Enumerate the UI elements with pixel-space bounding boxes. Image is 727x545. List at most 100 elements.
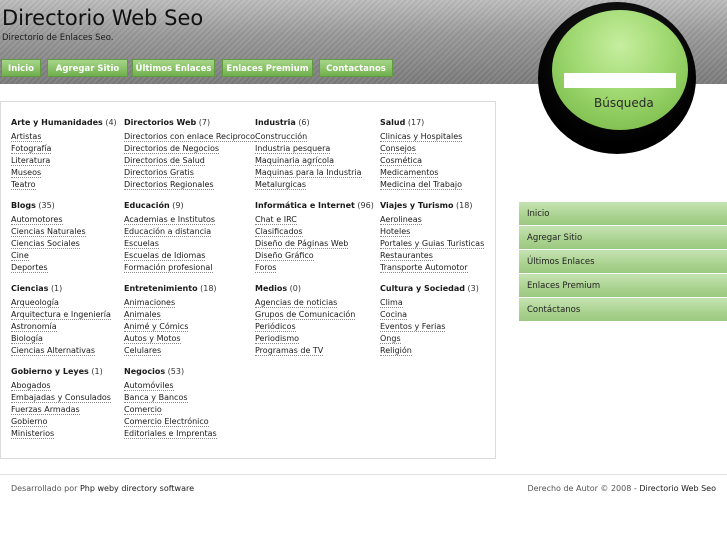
- topnav-agregar-sitio[interactable]: Agregar Sitio: [47, 59, 128, 77]
- subcategory-link[interactable]: Industria pesquera: [255, 143, 362, 155]
- subcategory-link[interactable]: Directorios Regionales: [124, 179, 255, 191]
- category-title-link[interactable]: Entretenimiento: [124, 284, 198, 293]
- category-title-link[interactable]: Salud: [380, 118, 405, 127]
- footer-site-link[interactable]: Directorio Web Seo: [639, 484, 716, 493]
- subcategory-link[interactable]: Academias e Institutos: [124, 214, 216, 226]
- subcategory-link[interactable]: Educación a distancia: [124, 226, 215, 238]
- subcategory-link[interactable]: Eventos y Ferias: [380, 321, 479, 333]
- subcategory-link[interactable]: Directorios con enlace Reciproco: [124, 131, 255, 143]
- subcategory-link[interactable]: Chat e IRC: [255, 214, 374, 226]
- subcategory-link[interactable]: Animé y Cómics: [124, 321, 217, 333]
- subcategory-link[interactable]: Cosmética: [380, 155, 462, 167]
- subcategory-link[interactable]: Fuerzas Armadas: [11, 404, 111, 416]
- subcategory-link[interactable]: Medicamentos: [380, 167, 462, 179]
- subcategory-link[interactable]: Directorios de Negocios: [124, 143, 255, 155]
- category-title-link[interactable]: Medios: [255, 284, 287, 293]
- subcategory-link[interactable]: Banca y Bancos: [124, 392, 217, 404]
- category-title-link[interactable]: Ciencias: [11, 284, 48, 293]
- subcategory-link[interactable]: Construcción: [255, 131, 362, 143]
- subcategory-link[interactable]: Automóviles: [124, 380, 217, 392]
- subcategory-link[interactable]: Literatura: [11, 155, 117, 167]
- sidenav-enlaces-premium[interactable]: Enlaces Premium: [519, 274, 727, 298]
- subcategory-link[interactable]: Consejos: [380, 143, 462, 155]
- subcategory-link[interactable]: Diseño de Páginas Web: [255, 238, 374, 250]
- sidenav-inicio[interactable]: Inicio: [519, 202, 727, 226]
- category-title-link[interactable]: Gobierno y Leyes: [11, 367, 89, 376]
- subcategory-link[interactable]: Directorios de Salud: [124, 155, 255, 167]
- subcategory-link[interactable]: Maquinaria agrícola: [255, 155, 362, 167]
- subcategory-link[interactable]: Cine: [11, 250, 86, 262]
- subcategory-link[interactable]: Autos y Motos: [124, 333, 217, 345]
- subcategory-link[interactable]: Medicina del Trabajo: [380, 179, 463, 191]
- subcategory-link[interactable]: Comercio: [124, 404, 217, 416]
- subcategory-link[interactable]: Formación profesional: [124, 262, 215, 274]
- subcategory-link[interactable]: Deportes: [11, 262, 86, 274]
- subcategory-link[interactable]: Directorios Gratis: [124, 167, 255, 179]
- subcategory-link[interactable]: Astronomía: [11, 321, 111, 333]
- subcategory-link[interactable]: Grupos de Comunicación: [255, 309, 356, 321]
- subcategory-link[interactable]: Arqueología: [11, 297, 111, 309]
- search-button[interactable]: Búsqueda: [594, 96, 654, 110]
- subcategory-link[interactable]: Diseño Gráfico: [255, 250, 374, 262]
- subcategory-link[interactable]: Clima: [380, 297, 479, 309]
- site-title[interactable]: Directorio Web Seo: [2, 6, 203, 30]
- category-title-link[interactable]: Educación: [124, 201, 170, 210]
- subcategory-link[interactable]: Transporte Automotor: [380, 262, 484, 274]
- topnav-ultimos-enlaces[interactable]: Últimos Enlaces: [132, 59, 215, 77]
- subcategory-link[interactable]: Ciencias Alternativas: [11, 345, 111, 357]
- subcategory-link[interactable]: Editoriales e Imprentas: [124, 428, 217, 440]
- sidenav-contactanos[interactable]: Contáctanos: [519, 298, 727, 322]
- subcategory-link[interactable]: Fotografía: [11, 143, 117, 155]
- subcategory-link[interactable]: Teatro: [11, 179, 117, 191]
- subcategory-link[interactable]: Agencias de noticias: [255, 297, 355, 309]
- subcategory-link[interactable]: Ciencias Sociales: [11, 238, 86, 250]
- topnav-contactanos[interactable]: Contactanos: [319, 59, 393, 77]
- category-title-link[interactable]: Blogs: [11, 201, 36, 210]
- category-title-link[interactable]: Viajes y Turismo: [380, 201, 453, 210]
- subcategory-link[interactable]: Portales y Guias Turisticas: [380, 238, 485, 250]
- footer-software-link[interactable]: Php weby directory software: [80, 484, 194, 493]
- topnav-enlaces-premium[interactable]: Enlaces Premium: [222, 59, 313, 77]
- subcategory-link[interactable]: Celulares: [124, 345, 217, 357]
- subcategory-link[interactable]: Escuelas: [124, 238, 215, 250]
- subcategory-link[interactable]: Programas de TV: [255, 345, 355, 357]
- subcategory-link[interactable]: Clinicas y Hospitales: [380, 131, 463, 143]
- subcategory-link[interactable]: Aerolineas: [380, 214, 484, 226]
- subcategory-link[interactable]: Automotores: [11, 214, 86, 226]
- subcategory-link[interactable]: Biología: [11, 333, 111, 345]
- category-title-link[interactable]: Informática e Internet: [255, 201, 355, 210]
- subcategory-link[interactable]: Ongs: [380, 333, 479, 345]
- topnav-inicio[interactable]: Inicio: [1, 59, 41, 77]
- sidenav-agregar-sitio[interactable]: Agregar Sitio: [519, 226, 727, 250]
- subcategory-link[interactable]: Animaciones: [124, 297, 217, 309]
- subcategory-link[interactable]: Comercio Electrónico: [124, 416, 217, 428]
- subcategory-link[interactable]: Religión: [380, 345, 479, 357]
- subcategory-link[interactable]: Periódicos: [255, 321, 355, 333]
- subcategory-link[interactable]: Embajadas y Consulados: [11, 392, 111, 404]
- subcategory-link[interactable]: Periodismo: [255, 333, 355, 345]
- category-title-link[interactable]: Negocios: [124, 367, 165, 376]
- subcategory-link[interactable]: Maquinas para la Industria: [255, 167, 362, 179]
- subcategory-link[interactable]: Ciencias Naturales: [11, 226, 86, 238]
- subcategory-link[interactable]: Restaurantes: [380, 250, 484, 262]
- subcategory-link[interactable]: Ministerios: [11, 428, 111, 440]
- search-input[interactable]: [564, 73, 676, 88]
- category-title-link[interactable]: Cultura y Sociedad: [380, 284, 465, 293]
- subcategory-link[interactable]: Museos: [11, 167, 117, 179]
- subcategory-link[interactable]: Metalurgicas: [255, 179, 362, 191]
- subcategory-link[interactable]: Escuelas de Idiomas: [124, 250, 215, 262]
- subcategory-link[interactable]: Animales: [124, 309, 217, 321]
- subcategory-link[interactable]: Abogados: [11, 380, 111, 392]
- subcategory-link[interactable]: Clasificados: [255, 226, 374, 238]
- subcategory-link[interactable]: Hoteles: [380, 226, 484, 238]
- subcategory-link[interactable]: Gobierno: [11, 416, 111, 428]
- category-title-link[interactable]: Arte y Humanidades: [11, 118, 103, 127]
- subcategory-link[interactable]: Cocina: [380, 309, 479, 321]
- sidenav-ultimos-enlaces[interactable]: Últimos Enlaces: [519, 250, 727, 274]
- category-title-link[interactable]: Industria: [255, 118, 296, 127]
- subcategory-link[interactable]: Foros: [255, 262, 374, 274]
- category-title-link[interactable]: Directorios Web: [124, 118, 196, 127]
- subcategory-link[interactable]: Arquitectura e Ingeniería: [11, 309, 111, 321]
- subcategory-link[interactable]: Artistas: [11, 131, 117, 143]
- category-block: Arte y Humanidades (4) Artistas Fotografía…: [11, 117, 117, 191]
